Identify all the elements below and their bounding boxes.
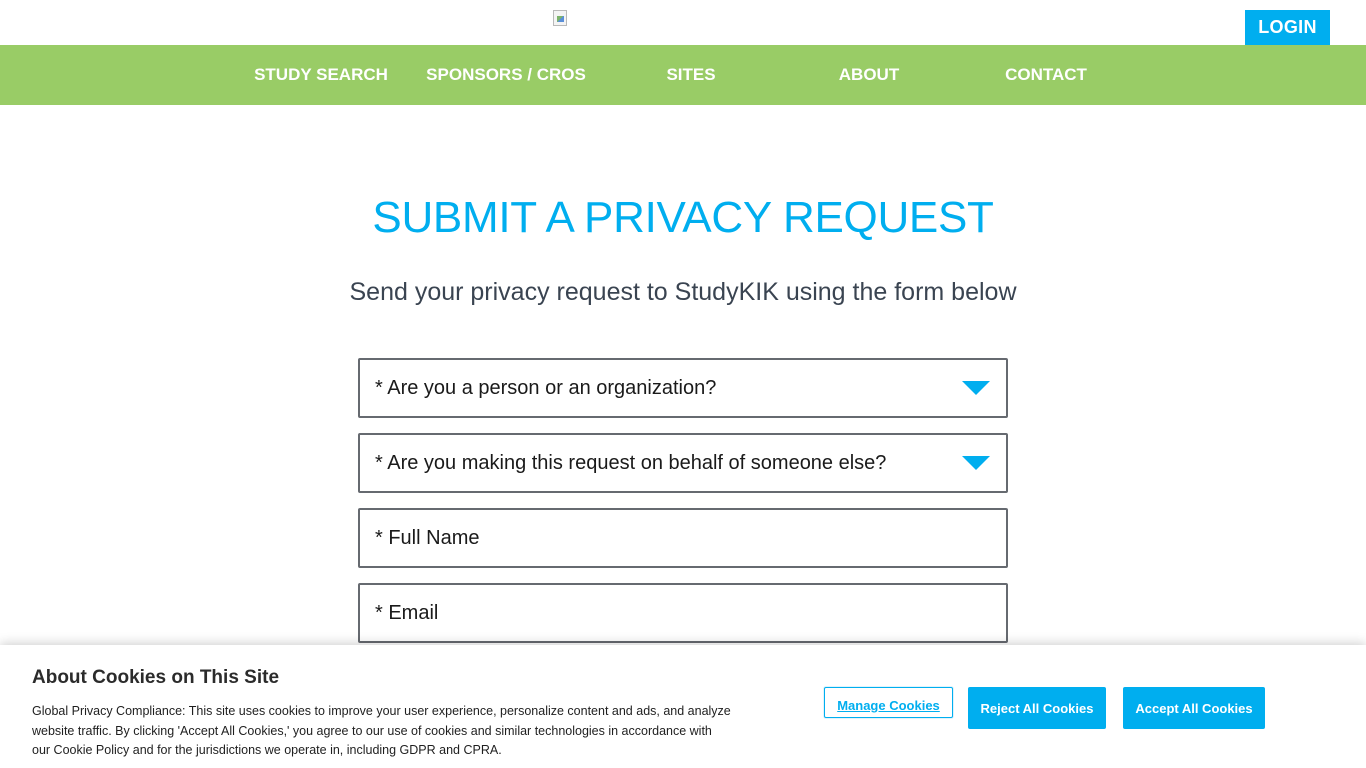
on-behalf-select[interactable]: * Are you making this request on behalf … xyxy=(358,433,1008,493)
cookie-banner-title: About Cookies on This Site xyxy=(32,667,280,688)
full-name-input[interactable]: * Full Name xyxy=(358,508,1008,568)
email-input[interactable]: * Email xyxy=(358,583,1008,643)
nav-item-study-search[interactable]: STUDY SEARCH xyxy=(249,45,393,105)
cookie-banner: About Cookies on This Site Global Privac… xyxy=(0,645,1366,768)
full-name-placeholder: * Full Name xyxy=(375,527,480,549)
nav-item-about[interactable]: ABOUT xyxy=(826,45,912,105)
reject-all-cookies-button[interactable]: Reject All Cookies xyxy=(968,687,1106,729)
broken-image-icon[interactable] xyxy=(553,10,569,26)
logo-image-placeholder xyxy=(553,10,567,26)
nav-item-sites[interactable]: SITES xyxy=(650,45,732,105)
on-behalf-label: * Are you making this request on behalf … xyxy=(375,452,887,474)
manage-cookies-button[interactable]: Manage Cookies xyxy=(824,687,953,718)
email-placeholder: * Email xyxy=(375,602,439,624)
top-bar: LOGIN xyxy=(0,0,1366,45)
caret-down-icon xyxy=(962,381,990,395)
person-or-organization-label: * Are you a person or an organization? xyxy=(375,377,717,399)
login-button[interactable]: LOGIN xyxy=(1245,10,1330,45)
caret-down-icon xyxy=(962,456,990,470)
main-nav: STUDY SEARCH SPONSORS / CROS SITES ABOUT… xyxy=(0,45,1366,105)
nav-item-sponsors-cros[interactable]: SPONSORS / CROS xyxy=(420,45,592,105)
person-or-organization-select[interactable]: * Are you a person or an organization? xyxy=(358,358,1008,418)
nav-item-contact[interactable]: CONTACT xyxy=(994,45,1098,105)
accept-all-cookies-button[interactable]: Accept All Cookies xyxy=(1123,687,1265,729)
page-title: SUBMIT A PRIVACY REQUEST xyxy=(372,193,994,242)
page-subtitle: Send your privacy request to StudyKIK us… xyxy=(349,278,1017,306)
cookie-banner-text: Global Privacy Compliance: This site use… xyxy=(32,704,731,757)
